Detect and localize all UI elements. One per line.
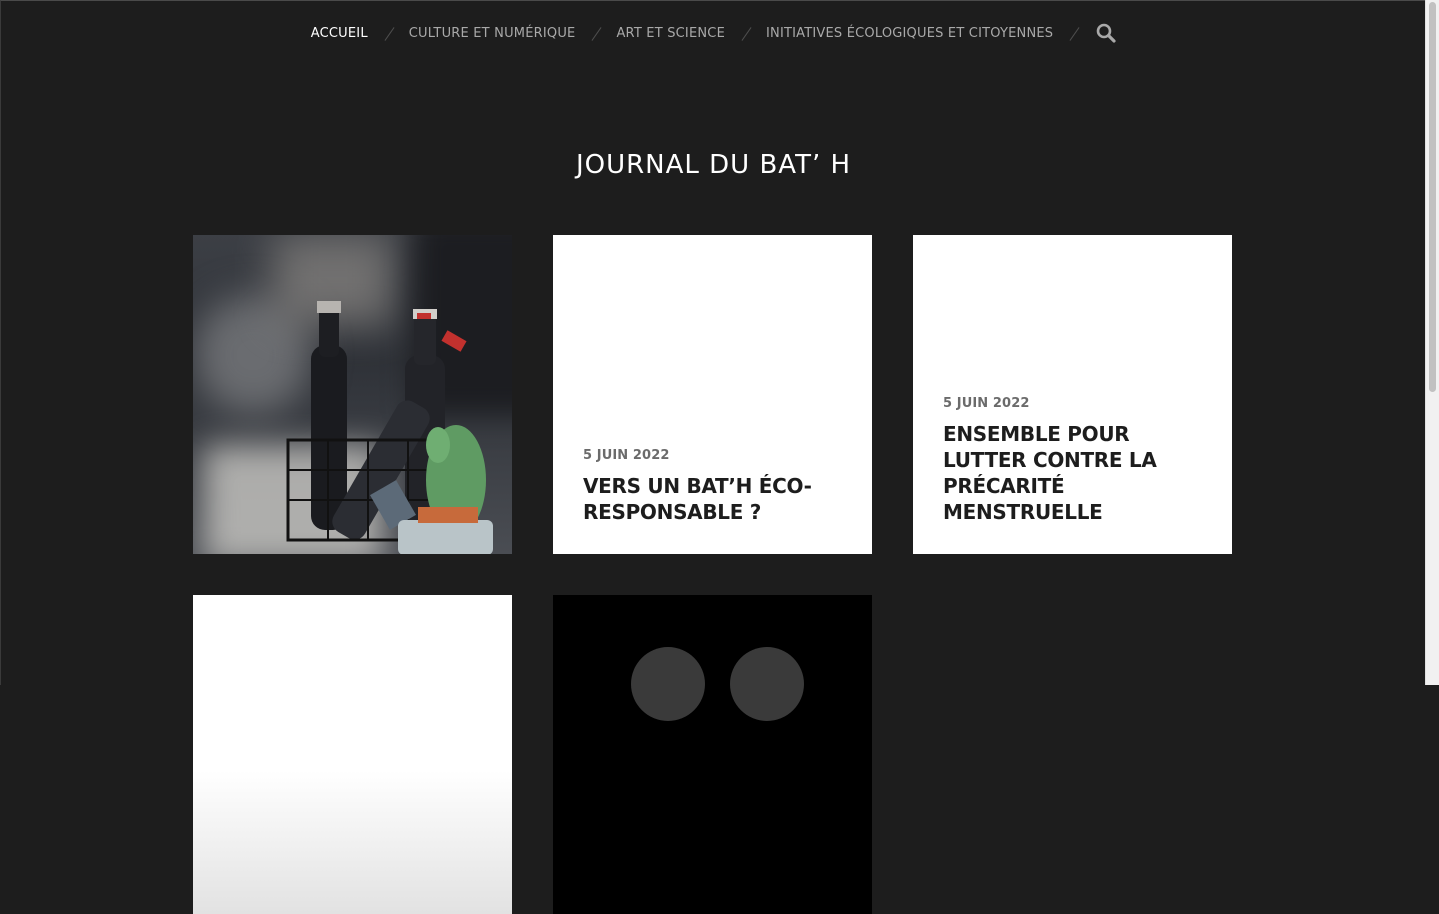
nav-separator <box>1069 27 1079 41</box>
post-title[interactable]: Ensemble pour lutter contre la précarité… <box>943 421 1208 525</box>
post-card[interactable] <box>193 595 512 914</box>
post-card[interactable]: 5 juin 2022 Ensemble pour lutter contre … <box>913 235 1232 554</box>
nav-item-initiatives[interactable]: Initiatives écologiques et citoyennes <box>766 26 1053 41</box>
scrollbar-thumb[interactable] <box>1429 2 1436 392</box>
post-date: 5 juin 2022 <box>943 396 1030 411</box>
page-frame: Accueil Culture et numérique Art et scie… <box>0 0 1426 914</box>
image-circle <box>730 647 804 721</box>
site-title[interactable]: JOURNAL DU BAT’ H <box>1 150 1426 180</box>
post-meta: 5 juin 2022 Ensemble pour lutter contre … <box>943 396 1208 525</box>
nav-item-culture-numerique[interactable]: Culture et numérique <box>409 26 576 41</box>
image-circle <box>631 647 705 721</box>
nav-item-art-science[interactable]: Art et science <box>616 26 725 41</box>
post-card-image[interactable] <box>553 595 872 914</box>
nav-separator <box>741 27 751 41</box>
nav-item-accueil[interactable]: Accueil <box>311 26 368 41</box>
post-title[interactable]: Vers un Bat’h éco-responsable ? <box>583 473 848 525</box>
post-date: 5 juin 2022 <box>583 448 670 463</box>
scrollbar[interactable] <box>1425 0 1439 685</box>
nav-separator <box>591 27 601 41</box>
bottles-photo <box>286 301 493 554</box>
nav-separator <box>384 27 394 41</box>
post-meta: 5 juin 2022 Vers un Bat’h éco-responsabl… <box>583 448 848 525</box>
post-card-image[interactable] <box>193 235 512 554</box>
main-nav: Accueil Culture et numérique Art et scie… <box>1 19 1426 47</box>
search-icon[interactable] <box>1096 23 1116 43</box>
post-card[interactable]: 5 juin 2022 Vers un Bat’h éco-responsabl… <box>553 235 872 554</box>
